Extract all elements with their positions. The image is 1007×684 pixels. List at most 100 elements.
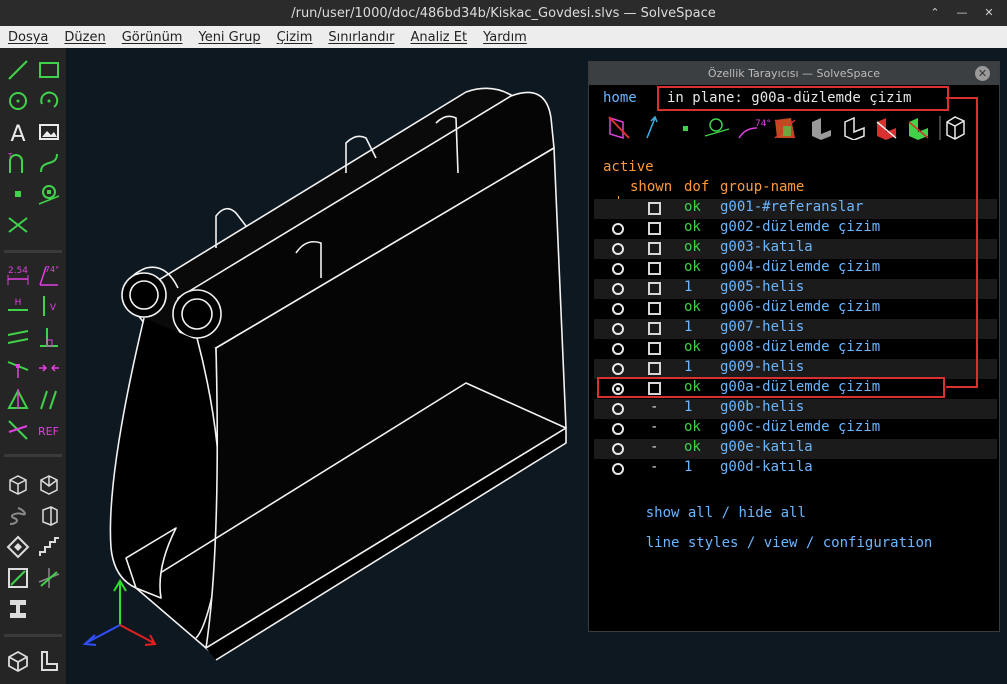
active-group-radio[interactable] [612,343,624,355]
active-group-radio[interactable] [612,423,624,435]
menu-yeni-grup[interactable]: Yeni Grup [190,30,268,45]
group-row[interactable]: ok g004-düzlemde çizim [594,259,997,279]
tangent-arc-icon[interactable]: T [6,151,30,175]
rectangle-icon[interactable] [37,58,61,82]
shown-checkbox[interactable] [648,282,661,295]
group-name-link[interactable]: g00c-düzlemde çizim [720,419,880,435]
window-minimize-button[interactable]: — [953,4,971,22]
show-faces-icon[interactable] [774,118,796,139]
text-icon[interactable]: A [6,120,30,144]
active-group-radio[interactable] [612,323,624,335]
split-icon[interactable] [6,213,30,237]
group-row[interactable]: ok g001-#referanslar [594,199,997,219]
show-outlines-icon[interactable] [876,118,897,140]
step-translate-icon[interactable] [6,535,30,559]
show-shaded-icon[interactable] [812,118,831,140]
group-name-link[interactable]: g001-#referanslar [720,199,863,215]
window-close-button[interactable]: ✕ [980,4,998,22]
home-link[interactable]: home [603,90,637,106]
group-name-link[interactable]: g003-katıla [720,239,813,255]
group-row[interactable]: ok g003-katıla [594,239,997,259]
link-icon[interactable] [6,597,30,621]
group-name-link[interactable]: g008-düzlemde çizim [720,339,880,355]
sketch-in-plane-icon[interactable] [6,566,30,590]
show-points-icon[interactable] [683,126,688,131]
midpoint-icon[interactable] [37,356,61,380]
shown-checkbox[interactable] [648,362,661,375]
circle-icon[interactable] [6,89,30,113]
perpendicular-icon[interactable] [37,325,61,349]
shown-checkbox[interactable] [648,222,661,235]
workplane-icon[interactable] [6,473,30,497]
import-icon[interactable] [37,649,61,673]
show-workplane-icon[interactable] [608,116,630,140]
shown-checkbox[interactable] [648,302,661,315]
group-row[interactable]: - ok g00e-katıla [594,439,997,459]
line-styles-link[interactable]: line styles [646,535,739,551]
shown-checkbox[interactable] [648,242,661,255]
point-on-line-icon[interactable] [6,356,30,380]
active-group-radio[interactable] [612,303,624,315]
sketch-in-3d-icon[interactable] [37,566,61,590]
reference-icon[interactable]: REF [37,418,63,442]
arc-icon[interactable] [37,89,61,113]
group-row[interactable]: - 1 g00b-helis [594,399,997,419]
shown-checkbox[interactable] [648,342,661,355]
show-edges-icon[interactable] [844,116,865,140]
menu-analiz-et[interactable]: Analiz Et [402,30,475,45]
shown-checkbox[interactable] [648,202,661,215]
group-row[interactable]: 1 g007-helis [594,319,997,339]
shown-checkbox[interactable] [648,262,661,275]
active-group-radio[interactable] [612,403,624,415]
show-construction-icon[interactable] [704,118,730,137]
image-icon[interactable] [37,120,61,144]
construction-icon[interactable] [37,182,61,206]
vertical-icon[interactable]: V [37,294,61,318]
menu-duzen[interactable]: Düzen [56,30,113,45]
active-group-radio[interactable] [612,363,624,375]
bezier-icon[interactable] [37,151,61,175]
group-row[interactable]: 1 g005-helis [594,279,997,299]
property-browser-close-button[interactable]: ✕ [975,66,990,81]
group-name-link[interactable]: g005-helis [720,279,804,295]
distance-constraint-icon[interactable]: 2.54 [6,263,30,287]
show-constraints-icon[interactable]: 74° [738,119,771,139]
extrude-icon[interactable] [37,473,61,497]
group-row[interactable]: - 1 g00d-katıla [594,459,997,479]
angle-constraint-icon[interactable]: 74° [37,263,61,287]
active-group-radio[interactable] [612,243,624,255]
active-group-radio[interactable] [612,443,624,455]
group-row[interactable]: - ok g00c-düzlemde çizim [594,419,997,439]
active-group-radio[interactable] [612,283,624,295]
menu-dosya[interactable]: Dosya [0,30,56,45]
revolve-icon[interactable] [37,504,61,528]
group-name-link[interactable]: g002-düzlemde çizim [720,219,880,235]
group-row[interactable]: ok g002-düzlemde çizim [594,219,997,239]
show-mesh-icon[interactable] [908,118,929,140]
menu-cizim[interactable]: Çizim [269,30,321,45]
active-group-radio[interactable] [612,463,624,475]
menu-sinirlandir[interactable]: Sınırlandır [320,30,402,45]
group-name-link[interactable]: g00d-katıla [720,459,813,475]
horizontal-icon[interactable]: H [6,294,30,318]
group-name-link[interactable]: g006-düzlemde çizim [720,299,880,315]
line-icon[interactable] [6,58,30,82]
group-name-link[interactable]: g004-düzlemde çizim [720,259,880,275]
group-name-link[interactable]: g00e-katıla [720,439,813,455]
configuration-link[interactable]: configuration [823,535,933,551]
group-row[interactable]: ok g006-düzlemde çizim [594,299,997,319]
window-up-button[interactable]: ⌃ [926,4,944,22]
parallel-icon[interactable] [6,325,30,349]
symmetric-icon[interactable] [6,387,30,411]
step-icon[interactable] [37,535,61,559]
helix-icon[interactable] [6,504,30,528]
other-constraint-icon[interactable] [6,418,30,442]
point-icon[interactable] [6,182,30,206]
group-row[interactable]: 1 g009-helis [594,359,997,379]
group-row[interactable]: ok g008-düzlemde çizim [594,339,997,359]
shown-checkbox[interactable] [648,322,661,335]
menu-yardim[interactable]: Yardım [475,30,535,45]
active-group-radio[interactable] [612,263,624,275]
view-link[interactable]: view [764,535,798,551]
group-name-link[interactable]: g007-helis [720,319,804,335]
